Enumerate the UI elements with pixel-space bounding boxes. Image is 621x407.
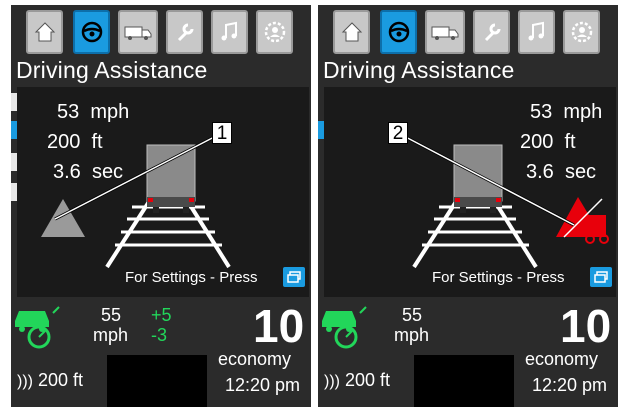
- follow-distance: ))) 200 ft: [17, 370, 83, 391]
- set-speed-value: 55: [101, 305, 122, 325]
- warning-triangle-icon: [41, 199, 85, 237]
- time-gap-readout: 3.6 sec: [53, 161, 123, 184]
- distance-value: 200: [520, 131, 554, 153]
- tab-bar: [11, 10, 311, 54]
- distance-readout: 200 ft: [520, 131, 576, 154]
- settings-hint: For Settings - Press: [125, 269, 258, 286]
- time-gap-value: 3.6: [526, 161, 554, 183]
- assistance-display: 53 mph 200 ft 3.6 sec 2 For Settings - P…: [324, 87, 616, 297]
- lead-truck: [453, 144, 503, 202]
- settings-hint: For Settings - Press: [432, 269, 565, 286]
- music-note-icon: [221, 21, 237, 41]
- speed-value: 53: [530, 101, 553, 123]
- truck-icon: [124, 26, 152, 40]
- drive-mode: economy: [218, 349, 292, 369]
- truck-wheel: [460, 207, 466, 213]
- callout-label: 2: [388, 122, 408, 144]
- settings-button[interactable]: [590, 267, 612, 287]
- speed-value: 53: [57, 101, 80, 123]
- steering-wheel-icon: [81, 21, 102, 43]
- distance-readout: 200 ft: [47, 131, 103, 154]
- tab-tools[interactable]: [473, 10, 510, 54]
- big-value: 10: [253, 300, 305, 352]
- time-gap-unit: sec: [564, 161, 597, 183]
- time-gap-unit: sec: [91, 161, 124, 183]
- radar-icon: ))): [17, 373, 33, 390]
- blank-area: [414, 355, 514, 407]
- follow-distance-value: 200 ft: [38, 370, 84, 390]
- speed-readout: 53 mph: [530, 101, 602, 124]
- home-icon: [341, 22, 362, 42]
- home-icon: [34, 22, 55, 42]
- wrench-icon: [177, 23, 193, 42]
- left-screen: Driving Assistance 53 mph 200 ft 3.6 sec…: [11, 5, 311, 407]
- set-speed-unit: mph: [394, 325, 430, 345]
- tab-home[interactable]: [333, 10, 370, 54]
- truck-icon: [431, 26, 459, 40]
- tab-truck[interactable]: [425, 10, 465, 54]
- windows-icon: [594, 271, 608, 283]
- follow-distance-value: 200 ft: [345, 370, 391, 390]
- right-screen: Driving Assistance 53 mph 200 ft 3.6 sec…: [318, 5, 618, 407]
- truck-wheel: [183, 207, 189, 213]
- tab-home[interactable]: [26, 10, 63, 54]
- tab-tools[interactable]: [166, 10, 203, 54]
- set-speed-unit: mph: [93, 325, 129, 345]
- tail-light: [148, 198, 153, 202]
- wrench-icon: [484, 23, 500, 42]
- tab-driving[interactable]: [380, 10, 417, 54]
- distance-unit: ft: [564, 131, 576, 153]
- page-title: Driving Assistance: [16, 57, 208, 83]
- truck-wheel: [153, 207, 159, 213]
- truck-wheel: [490, 207, 496, 213]
- adaptive-cruise-icon: [322, 306, 367, 349]
- tab-bar: [318, 10, 618, 54]
- lead-truck: [146, 144, 196, 202]
- big-value: 10: [560, 300, 612, 352]
- windows-icon: [287, 271, 301, 283]
- radar-icon: ))): [324, 373, 340, 390]
- tail-light: [455, 198, 460, 202]
- tab-music[interactable]: [211, 10, 248, 54]
- time-gap-value: 3.6: [53, 161, 81, 183]
- speed-offset-minus: -3: [151, 325, 168, 345]
- tab-driving[interactable]: [73, 10, 110, 54]
- status-bar: 55 mph +5 -3 10 economy 12:20 pm ))) 200…: [11, 297, 311, 407]
- speed-unit: mph: [90, 101, 130, 123]
- page-title: Driving Assistance: [323, 57, 515, 83]
- speed-offset-plus: +5: [151, 305, 172, 325]
- follow-distance: ))) 200 ft: [324, 370, 390, 391]
- clock: 12:20 pm: [532, 375, 608, 395]
- tail-light: [496, 198, 501, 202]
- drive-mode: economy: [525, 349, 599, 369]
- tail-light: [189, 198, 194, 202]
- distance-unit: ft: [91, 131, 103, 153]
- blank-area: [107, 355, 207, 407]
- adaptive-cruise-icon: [15, 306, 60, 349]
- tab-truck[interactable]: [118, 10, 158, 54]
- clock: 12:20 pm: [225, 375, 301, 395]
- gear-person-icon: [264, 21, 285, 43]
- set-speed-value: 55: [402, 305, 423, 325]
- speed-unit: mph: [563, 101, 603, 123]
- gear-person-icon: [571, 21, 592, 43]
- steering-wheel-icon: [388, 21, 409, 43]
- tab-settings[interactable]: [563, 10, 600, 54]
- music-note-icon: [528, 21, 544, 41]
- tab-music[interactable]: [518, 10, 555, 54]
- lead-truck-bumper: [454, 197, 502, 207]
- speed-readout: 53 mph: [57, 101, 129, 124]
- callout-label: 1: [212, 122, 232, 144]
- time-gap-readout: 3.6 sec: [526, 161, 596, 184]
- status-bar: 55 mph 10 economy 12:20 pm ))) 200 ft: [318, 297, 618, 407]
- assistance-display: 53 mph 200 ft 3.6 sec 1 For Settings - P…: [17, 87, 309, 297]
- distance-value: 200: [47, 131, 81, 153]
- tab-settings[interactable]: [256, 10, 293, 54]
- lead-truck-bumper: [147, 197, 195, 207]
- settings-button[interactable]: [283, 267, 305, 287]
